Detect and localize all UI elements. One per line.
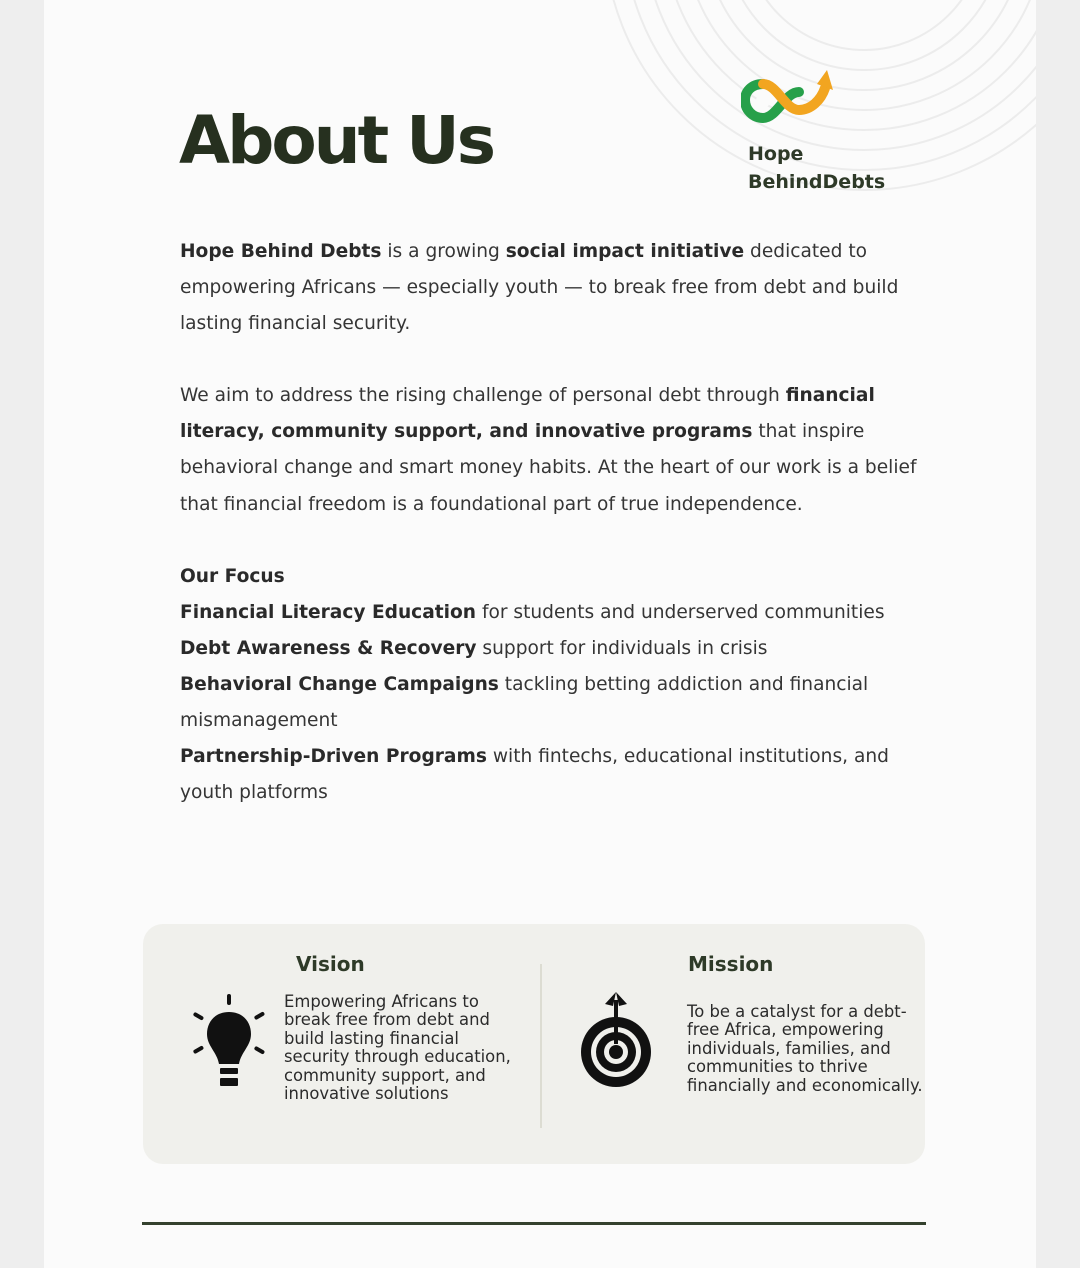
mission-text: To be a catalyst for a debt-free Africa,… <box>687 1002 923 1095</box>
intro-strong-1: Hope Behind Debts <box>180 241 382 262</box>
intro-text-3: We aim to address the rising challenge o… <box>180 385 786 407</box>
mission-heading: Mission <box>688 952 774 976</box>
focus-item-strong: Partnership-Driven Programs <box>180 746 487 768</box>
brand-line-1: Hope <box>748 143 804 165</box>
brand-name: Hope BehindDebts <box>748 140 885 196</box>
target-icon <box>581 992 651 1087</box>
focus-item: Partnership-Driven Programs with fintech… <box>180 739 940 811</box>
focus-item: Debt Awareness & Recovery support for in… <box>180 631 940 667</box>
page-title: About Us <box>179 102 496 179</box>
infinity-arrow-icon <box>741 70 833 124</box>
focus-item-strong: Debt Awareness & Recovery <box>180 637 477 659</box>
lightbulb-icon <box>193 994 265 1086</box>
intro-paragraph-1: Hope Behind Debts is a growing social im… <box>180 234 940 342</box>
intro-strong-2: social impact initiative <box>505 241 745 262</box>
focus-item-text: for students and underserved communities <box>476 601 885 623</box>
focus-item-strong: Financial Literacy Education <box>180 601 477 623</box>
focus-item-strong: Behavioral Change Campaigns <box>180 673 499 695</box>
intro-paragraph-2: We aim to address the rising challenge o… <box>180 378 940 522</box>
focus-heading: Our Focus <box>180 559 940 595</box>
intro-text-1: is a growing <box>381 241 506 262</box>
vision-heading: Vision <box>296 952 365 976</box>
focus-item: Financial Literacy Education for student… <box>180 595 940 631</box>
focus-item: Behavioral Change Campaigns tackling bet… <box>180 667 940 739</box>
focus-item-text: support for individuals in crisis <box>476 637 768 659</box>
document-page: About Us Hope BehindDebts Hope Behind De… <box>44 0 1036 1268</box>
main-content: Hope Behind Debts is a growing social im… <box>180 234 940 811</box>
focus-heading-text: Our Focus <box>180 565 285 587</box>
vision-mission-card: Vision Empowering Africans to break free… <box>143 924 925 1164</box>
vision-text: Empowering Africans to break free from d… <box>284 992 511 1104</box>
brand-line-2: BehindDebts <box>748 171 886 193</box>
card-divider <box>540 964 542 1128</box>
footer-rule <box>142 1222 926 1225</box>
